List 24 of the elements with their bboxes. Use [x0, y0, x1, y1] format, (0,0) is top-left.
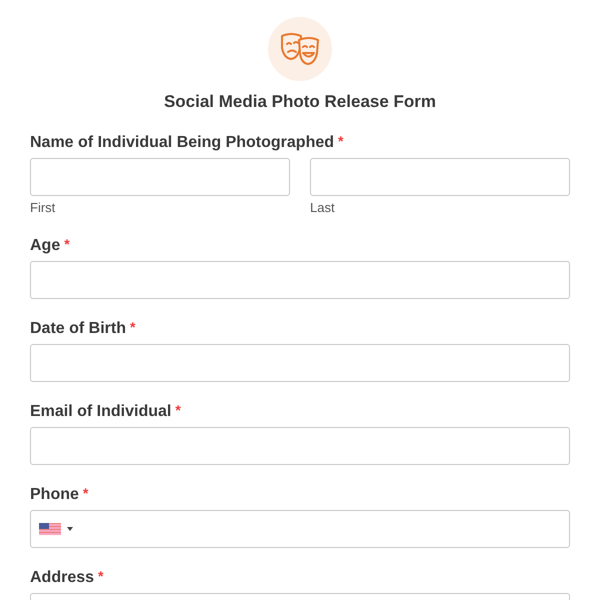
required-mark: * — [130, 319, 136, 335]
input-field[interactable] — [30, 427, 570, 465]
field-label: Date of Birth — [30, 319, 126, 339]
required-mark: * — [175, 402, 181, 418]
field-label: Phone — [30, 485, 79, 505]
input-field[interactable] — [30, 344, 570, 382]
input-field[interactable] — [30, 158, 290, 196]
field-label: Name of Individual Being Photographed — [30, 133, 334, 153]
input-field[interactable] — [30, 261, 570, 299]
field-sublabel: First — [30, 200, 56, 216]
field-label: Email of Individual — [30, 402, 172, 422]
required-mark: * — [64, 236, 70, 252]
form-title: Social Media Photo Release Form — [164, 91, 436, 113]
required-mark: * — [98, 568, 104, 584]
field-label: Age — [30, 236, 60, 256]
required-mark: * — [338, 133, 344, 149]
input-field[interactable] — [310, 158, 570, 196]
caret-icon[interactable] — [67, 527, 73, 531]
field-sublabel: Last — [310, 200, 336, 216]
theater-masks-icon — [279, 32, 321, 66]
required-mark: * — [82, 485, 88, 501]
flag-icon — [39, 523, 61, 535]
field-label: Address — [30, 568, 94, 588]
phone-field[interactable] — [30, 510, 570, 548]
